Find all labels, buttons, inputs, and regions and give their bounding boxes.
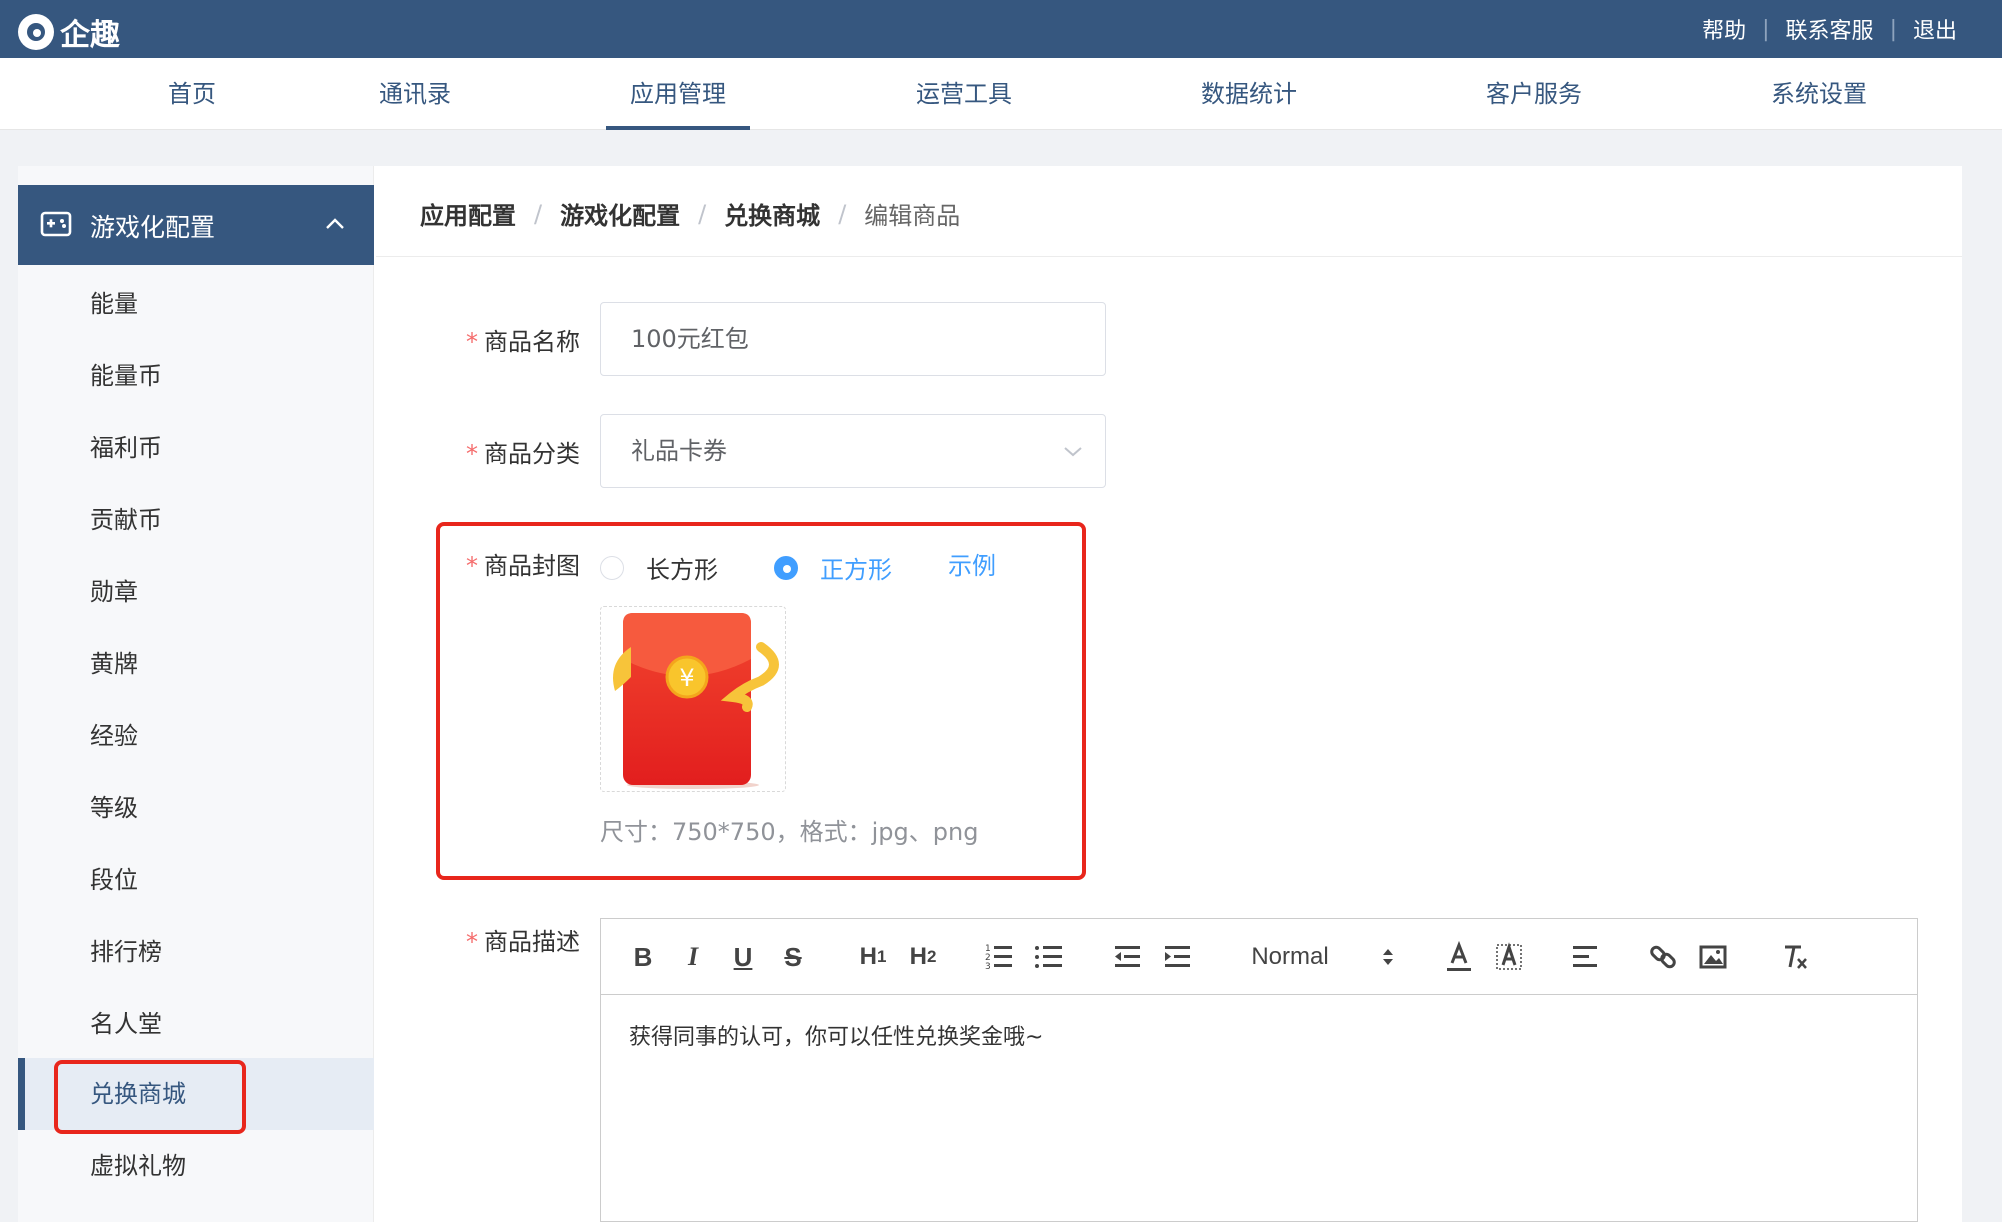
radio-label: 长方形 [646, 556, 718, 584]
required-mark: * [466, 328, 478, 356]
category-selected-value: 礼品卡券 [631, 437, 727, 465]
label-text: 商品名称 [484, 328, 580, 356]
header-links: 帮助 | 联系客服 | 退出 [1702, 13, 1957, 45]
clear-format-icon[interactable] [1781, 939, 1809, 975]
radio-circle [600, 555, 624, 580]
divider: | [1762, 16, 1770, 42]
rich-text-editor: B I U S H1 H2 1 2 3 Normal 获得同事的认可，你可以任性… [600, 918, 1918, 1222]
font-color-icon[interactable] [1445, 939, 1473, 975]
link-icon[interactable] [1649, 939, 1677, 975]
bold-button[interactable]: B [629, 939, 657, 975]
breadcrumb-separator: / [838, 199, 847, 228]
nav-data-statistics[interactable]: 数据统计 [1185, 58, 1313, 130]
product-name-input[interactable]: 100元红包 [600, 302, 1106, 376]
ordered-list-icon[interactable]: 1 2 3 [985, 939, 1013, 975]
sidebar-item-energy-coin[interactable]: 能量币 [18, 340, 374, 412]
outdent-icon[interactable] [1113, 939, 1141, 975]
indent-icon[interactable] [1163, 939, 1191, 975]
sidebar-item-medal[interactable]: 勋章 [18, 556, 374, 628]
sidebar-item-level[interactable]: 等级 [18, 772, 374, 844]
sidebar-item-rank[interactable]: 段位 [18, 844, 374, 916]
chevron-up-icon[interactable] [324, 213, 346, 235]
chevron-down-icon [1064, 447, 1082, 457]
logo-icon [18, 14, 54, 50]
heading-letter: H [859, 943, 877, 970]
divider [376, 256, 1962, 257]
breadcrumb-current: 编辑商品 [864, 202, 961, 230]
product-name-label: * 商品名称 [420, 322, 580, 357]
radio-circle [774, 555, 798, 580]
breadcrumb-separator: / [534, 199, 543, 228]
image-icon[interactable] [1699, 939, 1727, 975]
heading-level: 1 [876, 947, 887, 966]
top-bar: 企趣 帮助 | 联系客服 | 退出 [0, 0, 2002, 58]
label-text: 商品分类 [484, 440, 580, 468]
help-link[interactable]: 帮助 [1702, 13, 1746, 45]
breadcrumb-gamification[interactable]: 游戏化配置 [560, 196, 680, 231]
sidebar-item-yellow-card[interactable]: 黄牌 [18, 628, 374, 700]
sidebar-item-welfare-coin[interactable]: 福利币 [18, 412, 374, 484]
breadcrumb-separator: / [698, 199, 707, 228]
logout-link[interactable]: 退出 [1913, 13, 1957, 45]
heading1-button[interactable]: H1 [853, 939, 893, 975]
nav-customer-service[interactable]: 客户服务 [1470, 58, 1598, 130]
radio-label: 正方形 [820, 556, 892, 584]
sidebar-item-experience[interactable]: 经验 [18, 700, 374, 772]
example-link[interactable]: 示例 [948, 546, 996, 581]
red-envelope-image: ¥ [613, 613, 779, 789]
highlight-box [54, 1060, 246, 1134]
product-cover-label: * 商品封图 [420, 546, 580, 581]
main-nav: 首页 通讯录 应用管理 运营工具 数据统计 客户服务 系统设置 [0, 58, 2002, 130]
cover-size-hint: 尺寸：750*750，格式：jpg、png [600, 818, 979, 846]
required-mark: * [466, 440, 478, 468]
heading2-button[interactable]: H2 [903, 939, 943, 975]
sidebar-item-contribution-coin[interactable]: 贡献币 [18, 484, 374, 556]
cover-radio-rectangle[interactable]: 长方形 [600, 550, 718, 585]
underline-button[interactable]: U [729, 939, 757, 975]
sidebar-item-exchange-mall[interactable]: 兑换商城 [18, 1058, 374, 1134]
sidebar-item-hall-of-fame[interactable]: 名人堂 [18, 988, 374, 1060]
editor-toolbar: B I U S H1 H2 1 2 3 Normal [601, 919, 1917, 995]
format-select[interactable]: Normal [1245, 939, 1335, 975]
bullet-list-icon[interactable] [1035, 939, 1063, 975]
strikethrough-button[interactable]: S [779, 939, 807, 975]
sidebar: 游戏化配置 能量 能量币 福利币 贡献币 勋章 黄牌 经验 等级 段位 排行榜 … [18, 166, 374, 1222]
align-icon[interactable] [1571, 939, 1599, 975]
nav-system-settings[interactable]: 系统设置 [1755, 58, 1883, 130]
required-mark: * [466, 552, 478, 580]
product-category-label: * 商品分类 [420, 434, 580, 469]
contact-support-link[interactable]: 联系客服 [1786, 13, 1874, 45]
heading-level: 2 [926, 947, 937, 966]
svg-text:3: 3 [985, 962, 991, 972]
breadcrumb: 应用配置 / 游戏化配置 / 兑换商城 / 编辑商品 [420, 196, 960, 231]
label-text: 商品描述 [484, 928, 580, 956]
background-color-icon[interactable] [1495, 939, 1523, 975]
editor-content[interactable]: 获得同事的认可，你可以任性兑换奖金哦~ [629, 1019, 1043, 1051]
sort-arrows-icon[interactable] [1381, 939, 1395, 975]
nav-app-management[interactable]: 应用管理 [606, 58, 750, 130]
nav-contacts[interactable]: 通讯录 [370, 58, 460, 130]
yuan-symbol: ¥ [679, 664, 694, 692]
nav-operations-tools[interactable]: 运营工具 [900, 58, 1028, 130]
italic-button[interactable]: I [679, 939, 707, 975]
app-name: 企趣 [60, 18, 120, 53]
breadcrumb-app-config[interactable]: 应用配置 [420, 196, 516, 231]
sidebar-item-energy[interactable]: 能量 [18, 268, 374, 340]
sidebar-group-title: 游戏化配置 [90, 213, 216, 242]
gamepad-icon [40, 211, 72, 237]
divider: | [1889, 16, 1897, 42]
heading-letter: H [909, 943, 927, 970]
sidebar-item-virtual-gift[interactable]: 虚拟礼物 [18, 1130, 374, 1202]
cover-image-upload[interactable]: ¥ [600, 606, 786, 792]
breadcrumb-exchange-mall[interactable]: 兑换商城 [724, 196, 820, 231]
required-mark: * [466, 928, 478, 956]
sidebar-item-leaderboard[interactable]: 排行榜 [18, 916, 374, 988]
product-category-select[interactable]: 礼品卡券 [600, 414, 1106, 488]
app-logo[interactable]: 企趣 [18, 10, 120, 54]
label-text: 商品封图 [484, 552, 580, 580]
nav-home[interactable]: 首页 [150, 58, 234, 130]
product-description-label: * 商品描述 [420, 922, 580, 957]
cover-radio-square[interactable]: 正方形 [774, 550, 892, 585]
sidebar-group-gamification[interactable]: 游戏化配置 [18, 185, 374, 265]
